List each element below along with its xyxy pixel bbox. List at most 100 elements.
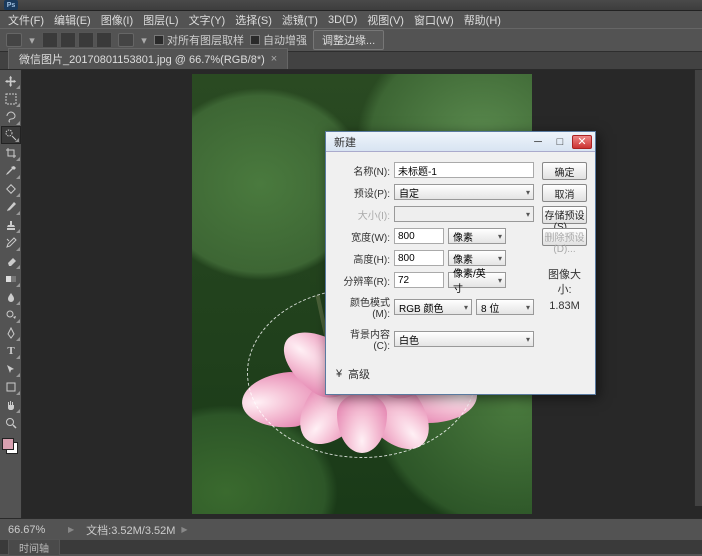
- advanced-toggle[interactable]: ¥ 高级: [334, 366, 534, 382]
- image-size-value: 1.83M: [542, 299, 587, 314]
- width-label: 宽度(W):: [334, 229, 390, 244]
- app-logo: Ps: [4, 0, 18, 10]
- gradient-tool[interactable]: [1, 270, 21, 288]
- marquee-tool[interactable]: [1, 90, 21, 108]
- color-mode-label: 颜色模式(M):: [334, 294, 390, 320]
- menu-edit[interactable]: 编辑(E): [50, 12, 95, 28]
- zoom-level[interactable]: 66.67%: [8, 524, 56, 536]
- doc-info-text: 文档:3.52M/3.52M: [86, 522, 175, 538]
- crop-tool[interactable]: [1, 144, 21, 162]
- hand-tool[interactable]: [1, 396, 21, 414]
- bit-depth-select[interactable]: 8 位: [476, 299, 534, 315]
- selection-intersect[interactable]: [96, 32, 112, 48]
- save-preset-button[interactable]: 存储预设(S)...: [542, 206, 587, 224]
- tool-preset-dropdown[interactable]: ▾: [28, 36, 36, 44]
- document-tab-title: 微信图片_20170801153801.jpg @ 66.7%(RGB/8*): [19, 51, 265, 67]
- menu-select[interactable]: 选择(S): [231, 12, 276, 28]
- resolution-label: 分辨率(R):: [334, 273, 390, 288]
- close-dialog-icon[interactable]: ✕: [572, 135, 592, 149]
- background-select[interactable]: 白色: [394, 331, 534, 347]
- menu-view[interactable]: 视图(V): [363, 12, 408, 28]
- document-tab-bar: 微信图片_20170801153801.jpg @ 66.7%(RGB/8*) …: [0, 52, 702, 70]
- menu-bar: 文件(F) 编辑(E) 图像(I) 图层(L) 文字(Y) 选择(S) 滤镜(T…: [0, 11, 702, 28]
- background-label: 背景内容(C):: [334, 326, 390, 352]
- maximize-icon[interactable]: □: [550, 135, 570, 149]
- shape-tool[interactable]: [1, 378, 21, 396]
- name-label: 名称(N):: [334, 163, 390, 178]
- selection-subtract[interactable]: [78, 32, 94, 48]
- pen-tool[interactable]: [1, 324, 21, 342]
- menu-filter[interactable]: 滤镜(T): [278, 12, 322, 28]
- eyedropper-tool[interactable]: [1, 162, 21, 180]
- sample-all-label: 对所有图层取样: [167, 32, 244, 48]
- auto-enhance-label: 自动增强: [263, 32, 307, 48]
- image-size-readout: 图像大小: 1.83M: [542, 268, 587, 314]
- chevron-icon: ¥: [334, 368, 344, 380]
- width-unit-select[interactable]: 像素: [448, 228, 506, 244]
- history-brush-tool[interactable]: [1, 234, 21, 252]
- auto-enhance-checkbox[interactable]: 自动增强: [250, 32, 307, 48]
- new-document-dialog: 新建 ─ □ ✕ 名称(N): 预设(P): 自定 大小(I): 宽度(W): …: [325, 131, 596, 395]
- path-select-tool[interactable]: [1, 360, 21, 378]
- foreground-color-swatch[interactable]: [2, 438, 14, 450]
- selection-add[interactable]: [60, 32, 76, 48]
- brush-tool[interactable]: [1, 198, 21, 216]
- dialog-titlebar[interactable]: 新建 ─ □ ✕: [326, 132, 595, 152]
- advanced-label: 高级: [348, 366, 370, 382]
- preset-select[interactable]: 自定: [394, 184, 534, 200]
- name-input[interactable]: [394, 162, 534, 178]
- menu-3d[interactable]: 3D(D): [324, 14, 361, 26]
- dialog-body: 名称(N): 预设(P): 自定 大小(I): 宽度(W): 像素 高度(H):…: [326, 152, 595, 394]
- size-select: [394, 206, 534, 222]
- cancel-button[interactable]: 取消: [542, 184, 587, 202]
- blur-tool[interactable]: [1, 288, 21, 306]
- dialog-title: 新建: [334, 134, 526, 150]
- healing-tool[interactable]: [1, 180, 21, 198]
- preset-label: 预设(P):: [334, 185, 390, 200]
- collapsed-panels-strip[interactable]: [694, 70, 702, 506]
- tools-panel: T: [0, 70, 22, 518]
- dodge-tool[interactable]: [1, 306, 21, 324]
- color-mode-select[interactable]: RGB 颜色: [394, 299, 472, 315]
- timeline-tab[interactable]: 时间轴: [8, 539, 60, 556]
- selection-new[interactable]: [42, 32, 58, 48]
- menu-help[interactable]: 帮助(H): [460, 12, 505, 28]
- resolution-unit-select[interactable]: 像素/英寸: [448, 272, 506, 288]
- sample-all-layers-checkbox[interactable]: 对所有图层取样: [154, 32, 244, 48]
- zoom-arrow-icon[interactable]: ▶: [68, 525, 74, 534]
- checkbox-icon: [250, 35, 260, 45]
- menu-window[interactable]: 窗口(W): [410, 12, 458, 28]
- quick-select-tool[interactable]: [1, 126, 21, 144]
- width-input[interactable]: [394, 228, 444, 244]
- menu-type[interactable]: 文字(Y): [185, 12, 230, 28]
- menu-layer[interactable]: 图层(L): [139, 12, 182, 28]
- doc-info[interactable]: 文档:3.52M/3.52M ▶: [86, 522, 187, 538]
- resolution-input[interactable]: [394, 272, 444, 288]
- menu-file[interactable]: 文件(F): [4, 12, 48, 28]
- height-unit-select[interactable]: 像素: [448, 250, 506, 266]
- checkbox-icon: [154, 35, 164, 45]
- image-size-label: 图像大小:: [542, 268, 587, 299]
- document-tab[interactable]: 微信图片_20170801153801.jpg @ 66.7%(RGB/8*) …: [8, 48, 288, 69]
- type-tool[interactable]: T: [1, 342, 21, 360]
- height-label: 高度(H):: [334, 251, 390, 266]
- bottom-panel-tabs: 时间轴: [0, 540, 702, 554]
- minimize-icon[interactable]: ─: [528, 135, 548, 149]
- ok-button[interactable]: 确定: [542, 162, 587, 180]
- eraser-tool[interactable]: [1, 252, 21, 270]
- current-tool-icon[interactable]: [6, 33, 22, 47]
- brush-size-picker[interactable]: [118, 33, 134, 47]
- close-tab-icon[interactable]: ×: [271, 53, 277, 65]
- lasso-tool[interactable]: [1, 108, 21, 126]
- doc-info-arrow-icon[interactable]: ▶: [181, 525, 187, 534]
- menu-image[interactable]: 图像(I): [97, 12, 137, 28]
- status-bar: 66.67% ▶ 文档:3.52M/3.52M ▶: [0, 518, 702, 540]
- refine-edge-button[interactable]: 调整边缘...: [313, 30, 384, 50]
- move-tool[interactable]: [1, 72, 21, 90]
- height-input[interactable]: [394, 250, 444, 266]
- brush-size-dropdown[interactable]: ▾: [140, 36, 148, 44]
- stamp-tool[interactable]: [1, 216, 21, 234]
- zoom-tool[interactable]: [1, 414, 21, 432]
- dialog-form: 名称(N): 预设(P): 自定 大小(I): 宽度(W): 像素 高度(H):…: [334, 162, 534, 382]
- color-swatches[interactable]: [0, 436, 20, 458]
